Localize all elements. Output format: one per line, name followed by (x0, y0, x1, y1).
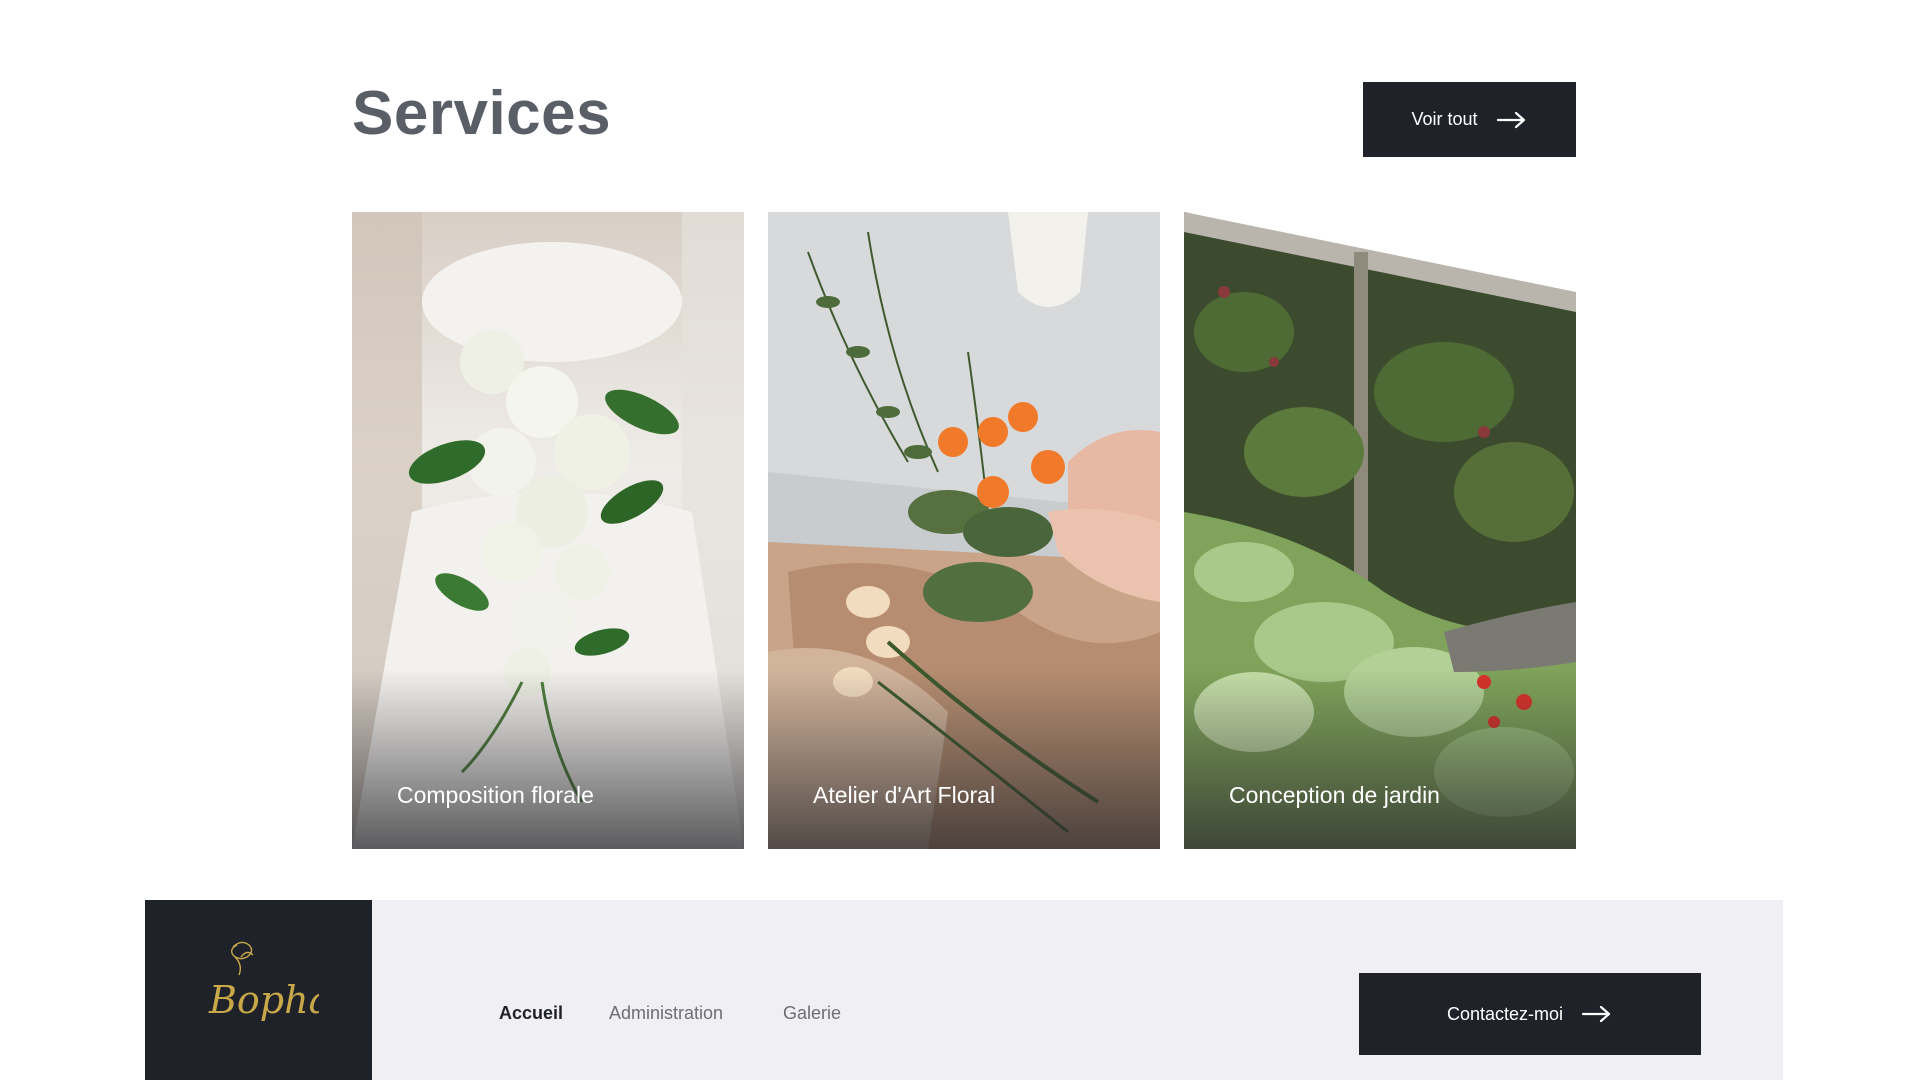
service-card-label: Atelier d'Art Floral (813, 782, 996, 808)
rose-logo-icon: Bopha (208, 941, 319, 1022)
view-all-label: Voir tout (1411, 109, 1478, 129)
service-card-conception-jardin[interactable]: Conception de jardin (1184, 212, 1576, 849)
nav-accueil[interactable]: Accueil (499, 1003, 563, 1024)
logo-text: Bopha (208, 978, 319, 1022)
card-shade (768, 669, 1160, 849)
card-shade (1184, 669, 1576, 849)
logo[interactable]: Bopha (145, 900, 372, 1080)
contact-button[interactable]: Contactez-moi (1359, 973, 1701, 1055)
card-shade (352, 669, 744, 849)
nav-administration[interactable]: Administration (609, 1003, 723, 1024)
contact-label: Contactez-moi (1446, 1003, 1564, 1024)
page-title: Services (352, 79, 612, 148)
view-all-button[interactable]: Voir tout (1363, 82, 1576, 157)
service-card-atelier-art-floral[interactable]: Atelier d'Art Floral (768, 212, 1160, 849)
arrow-right-icon (1581, 1005, 1611, 1023)
service-card-label: Conception de jardin (1229, 782, 1440, 808)
nav-galerie[interactable]: Galerie (783, 1003, 841, 1024)
service-card-label: Composition florale (397, 782, 594, 808)
arrow-right-icon (1496, 111, 1525, 128)
service-card-composition-florale[interactable]: Composition florale (352, 212, 744, 849)
